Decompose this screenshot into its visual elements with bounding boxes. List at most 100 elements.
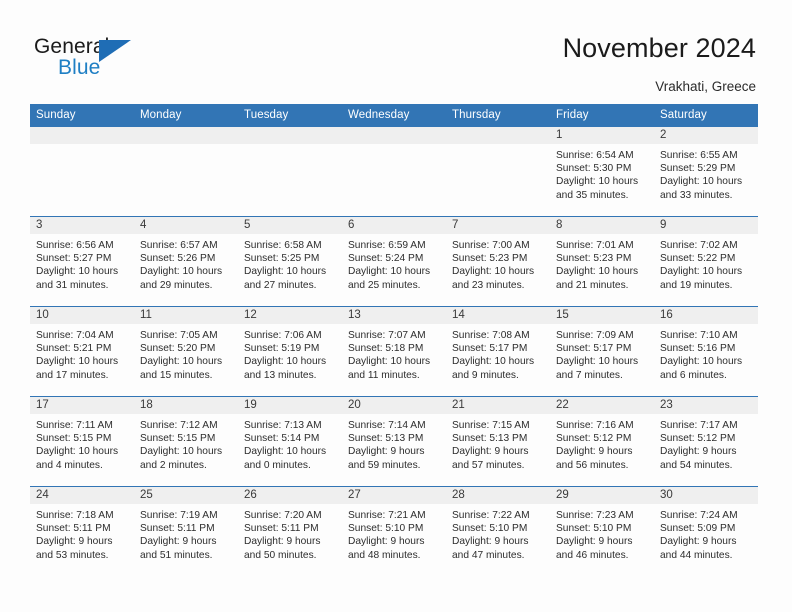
- calendar-day-cell[interactable]: 19 Sunrise: 7:13 AM Sunset: 5:14 PM Dayli…: [238, 396, 342, 487]
- day-number: 16: [654, 307, 758, 324]
- calendar-day-cell[interactable]: 16 Sunrise: 7:10 AM Sunset: 5:16 PM Dayli…: [654, 306, 758, 397]
- sun-info-text: Sunrise: 7:22 AM Sunset: 5:10 PM Dayligh…: [452, 510, 530, 561]
- day-number: 29: [550, 487, 654, 504]
- calendar-day-cell[interactable]: 11 Sunrise: 7:05 AM Sunset: 5:20 PM Dayli…: [134, 306, 238, 397]
- calendar-head: Sunday Monday Tuesday Wednesday Thursday…: [30, 104, 758, 127]
- calendar-day-cell[interactable]: 17 Sunrise: 7:11 AM Sunset: 5:15 PM Dayli…: [30, 396, 134, 487]
- day-number: 17: [30, 397, 134, 414]
- sun-info-text: Sunrise: 7:09 AM Sunset: 5:17 PM Dayligh…: [556, 330, 639, 381]
- weekday-header-tuesday: Tuesday: [238, 104, 342, 127]
- calendar-day-cell[interactable]: 23 Sunrise: 7:17 AM Sunset: 5:12 PM Dayli…: [654, 396, 758, 487]
- sun-info-text: Sunrise: 7:23 AM Sunset: 5:10 PM Dayligh…: [556, 510, 634, 561]
- calendar-body: 1 Sunrise: 6:54 AM Sunset: 5:30 PM Daylig…: [30, 127, 758, 576]
- day-number: [238, 127, 342, 144]
- day-number: 1: [550, 127, 654, 144]
- day-number: 2: [654, 127, 758, 144]
- sun-info-text: Sunrise: 7:24 AM Sunset: 5:09 PM Dayligh…: [660, 510, 738, 561]
- day-number: 12: [238, 307, 342, 324]
- calendar-day-cell[interactable]: 3 Sunrise: 6:56 AM Sunset: 5:27 PM Daylig…: [30, 216, 134, 307]
- sun-info-text: Sunrise: 7:16 AM Sunset: 5:12 PM Dayligh…: [556, 420, 634, 471]
- calendar-day-cell[interactable]: 6 Sunrise: 6:59 AM Sunset: 5:24 PM Daylig…: [342, 216, 446, 307]
- sun-info-text: Sunrise: 7:01 AM Sunset: 5:23 PM Dayligh…: [556, 240, 639, 291]
- sun-info-text: Sunrise: 6:59 AM Sunset: 5:24 PM Dayligh…: [348, 240, 431, 291]
- sun-info-text: Sunrise: 6:56 AM Sunset: 5:27 PM Dayligh…: [36, 240, 119, 291]
- day-number: 8: [550, 217, 654, 234]
- day-number: 21: [446, 397, 550, 414]
- day-number: 3: [30, 217, 134, 234]
- calendar-day-cell[interactable]: 25 Sunrise: 7:19 AM Sunset: 5:11 PM Dayli…: [134, 486, 238, 576]
- calendar-cell-empty: [446, 127, 550, 217]
- calendar-day-cell[interactable]: 5 Sunrise: 6:58 AM Sunset: 5:25 PM Daylig…: [238, 216, 342, 307]
- weekday-header-friday: Friday: [550, 104, 654, 127]
- day-number: 22: [550, 397, 654, 414]
- sun-info-text: Sunrise: 7:20 AM Sunset: 5:11 PM Dayligh…: [244, 510, 322, 561]
- day-number: 6: [342, 217, 446, 234]
- day-number: 20: [342, 397, 446, 414]
- calendar-day-cell[interactable]: 13 Sunrise: 7:07 AM Sunset: 5:18 PM Dayli…: [342, 306, 446, 397]
- calendar-day-cell[interactable]: 9 Sunrise: 7:02 AM Sunset: 5:22 PM Daylig…: [654, 216, 758, 307]
- day-number: 10: [30, 307, 134, 324]
- calendar-day-cell[interactable]: 1 Sunrise: 6:54 AM Sunset: 5:30 PM Daylig…: [550, 127, 654, 217]
- day-number: 7: [446, 217, 550, 234]
- sun-info-text: Sunrise: 7:14 AM Sunset: 5:13 PM Dayligh…: [348, 420, 426, 471]
- calendar-day-cell[interactable]: 20 Sunrise: 7:14 AM Sunset: 5:13 PM Dayli…: [342, 396, 446, 487]
- calendar-week-row: 17 Sunrise: 7:11 AM Sunset: 5:15 PM Dayli…: [30, 396, 758, 487]
- calendar-cell-empty: [30, 127, 134, 217]
- day-number: 9: [654, 217, 758, 234]
- day-number: [446, 127, 550, 144]
- calendar-day-cell[interactable]: 21 Sunrise: 7:15 AM Sunset: 5:13 PM Dayli…: [446, 396, 550, 487]
- calendar-day-cell[interactable]: 29 Sunrise: 7:23 AM Sunset: 5:10 PM Dayli…: [550, 486, 654, 576]
- sun-info-text: Sunrise: 7:00 AM Sunset: 5:23 PM Dayligh…: [452, 240, 535, 291]
- weekday-header-wednesday: Wednesday: [342, 104, 446, 127]
- calendar-day-cell[interactable]: 26 Sunrise: 7:20 AM Sunset: 5:11 PM Dayli…: [238, 486, 342, 576]
- page-title: November 2024: [562, 33, 756, 63]
- weekday-header-monday: Monday: [134, 104, 238, 127]
- calendar-day-cell[interactable]: 8 Sunrise: 7:01 AM Sunset: 5:23 PM Daylig…: [550, 216, 654, 307]
- day-number: 24: [30, 487, 134, 504]
- day-number: 4: [134, 217, 238, 234]
- triangle-icon: [99, 40, 131, 62]
- day-number: 15: [550, 307, 654, 324]
- day-number: [134, 127, 238, 144]
- sun-info-text: Sunrise: 7:15 AM Sunset: 5:13 PM Dayligh…: [452, 420, 530, 471]
- sun-info-text: Sunrise: 7:12 AM Sunset: 5:15 PM Dayligh…: [140, 420, 223, 471]
- calendar-day-cell[interactable]: 18 Sunrise: 7:12 AM Sunset: 5:15 PM Dayli…: [134, 396, 238, 487]
- weekday-header-sunday: Sunday: [30, 104, 134, 127]
- sun-info-text: Sunrise: 7:02 AM Sunset: 5:22 PM Dayligh…: [660, 240, 743, 291]
- sun-info-text: Sunrise: 7:10 AM Sunset: 5:16 PM Dayligh…: [660, 330, 743, 381]
- sun-info-text: Sunrise: 7:19 AM Sunset: 5:11 PM Dayligh…: [140, 510, 218, 561]
- day-number: 25: [134, 487, 238, 504]
- sun-info-text: Sunrise: 7:18 AM Sunset: 5:11 PM Dayligh…: [36, 510, 114, 561]
- brand-name-blue: Blue: [58, 56, 101, 79]
- calendar-day-cell[interactable]: 24 Sunrise: 7:18 AM Sunset: 5:11 PM Dayli…: [30, 486, 134, 576]
- calendar-day-cell[interactable]: 15 Sunrise: 7:09 AM Sunset: 5:17 PM Dayli…: [550, 306, 654, 397]
- day-number: 18: [134, 397, 238, 414]
- day-number: 23: [654, 397, 758, 414]
- day-number: 28: [446, 487, 550, 504]
- brand-logo[interactable]: General Blue: [34, 36, 264, 86]
- calendar-day-cell[interactable]: 22 Sunrise: 7:16 AM Sunset: 5:12 PM Dayli…: [550, 396, 654, 487]
- calendar-day-cell[interactable]: 4 Sunrise: 6:57 AM Sunset: 5:26 PM Daylig…: [134, 216, 238, 307]
- weekday-header-row: Sunday Monday Tuesday Wednesday Thursday…: [30, 104, 758, 127]
- calendar-week-row: 3 Sunrise: 6:56 AM Sunset: 5:27 PM Daylig…: [30, 216, 758, 307]
- calendar-day-cell[interactable]: 7 Sunrise: 7:00 AM Sunset: 5:23 PM Daylig…: [446, 216, 550, 307]
- calendar-day-cell[interactable]: 27 Sunrise: 7:21 AM Sunset: 5:10 PM Dayli…: [342, 486, 446, 576]
- sun-info-text: Sunrise: 7:08 AM Sunset: 5:17 PM Dayligh…: [452, 330, 535, 381]
- location-subtitle: Vrakhati, Greece: [655, 79, 756, 94]
- day-number: 30: [654, 487, 758, 504]
- sun-info-text: Sunrise: 6:57 AM Sunset: 5:26 PM Dayligh…: [140, 240, 223, 291]
- calendar-day-cell[interactable]: 30 Sunrise: 7:24 AM Sunset: 5:09 PM Dayli…: [654, 486, 758, 576]
- sun-info-text: Sunrise: 7:13 AM Sunset: 5:14 PM Dayligh…: [244, 420, 327, 471]
- calendar-day-cell[interactable]: 28 Sunrise: 7:22 AM Sunset: 5:10 PM Dayli…: [446, 486, 550, 576]
- sun-info-text: Sunrise: 7:06 AM Sunset: 5:19 PM Dayligh…: [244, 330, 327, 381]
- calendar-cell-empty: [134, 127, 238, 217]
- calendar-day-cell[interactable]: 12 Sunrise: 7:06 AM Sunset: 5:19 PM Dayli…: [238, 306, 342, 397]
- day-number: [30, 127, 134, 144]
- day-number: 13: [342, 307, 446, 324]
- day-number: 14: [446, 307, 550, 324]
- calendar-day-cell[interactable]: 10 Sunrise: 7:04 AM Sunset: 5:21 PM Dayli…: [30, 306, 134, 397]
- calendar-day-cell[interactable]: 14 Sunrise: 7:08 AM Sunset: 5:17 PM Dayli…: [446, 306, 550, 397]
- calendar-week-row: 10 Sunrise: 7:04 AM Sunset: 5:21 PM Dayli…: [30, 306, 758, 397]
- calendar-day-cell[interactable]: 2 Sunrise: 6:55 AM Sunset: 5:29 PM Daylig…: [654, 127, 758, 217]
- day-number: 27: [342, 487, 446, 504]
